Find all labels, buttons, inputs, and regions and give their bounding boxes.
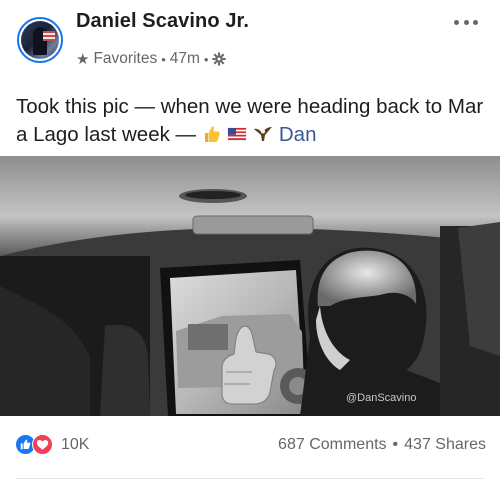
post-header: Daniel Scavino Jr. ★ Favorites • 47m • — [0, 0, 500, 78]
post-footer: 10K 687 Comments • 437 Shares — [0, 416, 500, 481]
more-options-icon[interactable] — [454, 16, 478, 28]
thumbs-up-icon — [204, 126, 220, 142]
caption-text: Took this pic — when we were heading bac… — [16, 95, 484, 146]
post-time[interactable]: 47m — [170, 50, 200, 68]
star-icon: ★ — [76, 51, 90, 68]
comments-count[interactable]: 687 Comments — [278, 436, 387, 454]
car-interior-photo — [0, 156, 500, 416]
separator-dot: • — [392, 436, 399, 453]
author-name[interactable]: Daniel Scavino Jr. — [76, 10, 249, 33]
engagement-summary: 687 Comments • 437 Shares — [278, 436, 486, 454]
separator-dot: • — [161, 51, 166, 67]
author-avatar[interactable] — [17, 17, 63, 63]
post-meta: ★ Favorites • 47m • — [76, 50, 227, 68]
audience-label[interactable]: Favorites — [93, 50, 157, 68]
shares-count[interactable]: 437 Shares — [404, 436, 486, 454]
eagle-icon — [254, 127, 273, 141]
post-caption: Took this pic — when we were heading bac… — [16, 93, 486, 149]
reaction-icons — [15, 434, 55, 456]
mention-tag[interactable]: Dan — [279, 123, 317, 146]
love-icon — [32, 434, 53, 455]
reaction-count: 10K — [61, 436, 90, 453]
post-photo[interactable]: @DanScavino — [0, 156, 500, 416]
photo-watermark: @DanScavino — [346, 392, 417, 404]
us-flag-icon — [228, 127, 247, 141]
avatar-image — [21, 21, 59, 59]
footer-divider — [16, 478, 484, 479]
facebook-post: Daniel Scavino Jr. ★ Favorites • 47m • T… — [0, 0, 500, 481]
gear-icon — [212, 52, 227, 66]
separator-dot: • — [203, 51, 209, 67]
reactions-summary[interactable]: 10K — [15, 434, 89, 456]
